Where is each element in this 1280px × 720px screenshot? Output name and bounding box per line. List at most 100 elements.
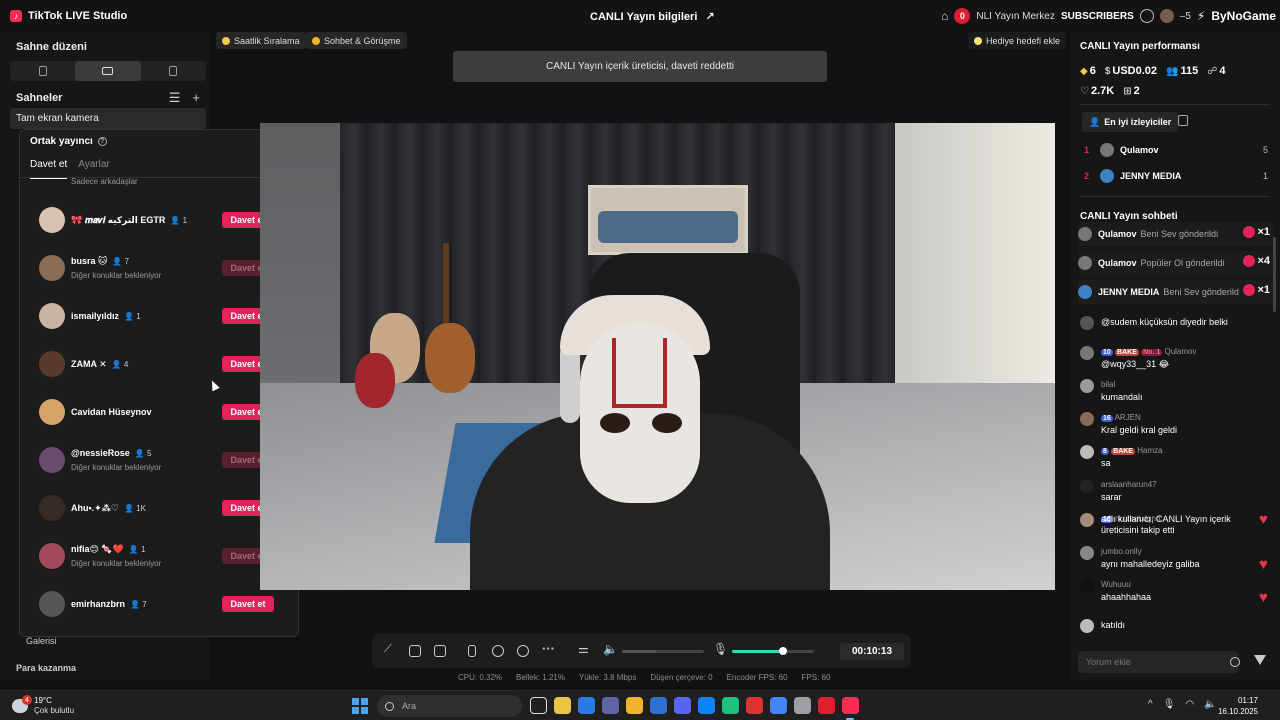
volume-slider[interactable] (622, 650, 704, 653)
emoji-icon[interactable] (1230, 657, 1240, 667)
edge-icon[interactable] (722, 697, 739, 714)
settings-icon[interactable] (1139, 9, 1154, 23)
people-icon: 👥 (1166, 66, 1179, 77)
help-icon[interactable]: ? (97, 137, 107, 146)
clock[interactable]: 01:17 16.10.2025 (1218, 695, 1258, 717)
hourly-ranking-chip[interactable]: Saatlik Sıralama (216, 32, 306, 49)
cohost-title-text: Ortak yayıncı (30, 136, 93, 147)
avatar (39, 303, 65, 329)
diamond-stat: ◆ 6 (1080, 65, 1096, 77)
chat-text: sarar (1101, 492, 1122, 502)
file-explorer-icon[interactable] (554, 697, 571, 714)
gift-icon (1243, 255, 1256, 268)
phone-icon[interactable] (468, 645, 476, 657)
layout-landscape-tab[interactable] (75, 61, 141, 81)
magic-wand-icon[interactable]: ⟋ (384, 643, 396, 655)
user-icon: 👤 (1089, 116, 1101, 127)
discord-icon[interactable] (698, 697, 715, 714)
layout-custom-tab[interactable] (141, 61, 206, 81)
filter-icon[interactable] (1254, 655, 1266, 665)
mic-knob[interactable] (778, 647, 787, 655)
chevron-up-icon[interactable]: ^ (1148, 699, 1153, 710)
chat-username: bilal (1101, 380, 1115, 389)
record-icon[interactable] (492, 645, 504, 657)
cohost-name: emirhanzbrn 👤 7 (71, 599, 147, 609)
chat-app-icon[interactable] (746, 697, 763, 714)
viewer-name: JENNY MEDIA (1120, 171, 1182, 181)
comment-input[interactable]: Yorum ekle (1078, 651, 1238, 673)
avatar (1080, 445, 1094, 459)
folder-icon[interactable] (650, 697, 667, 714)
avatar (39, 447, 65, 473)
speaker-icon[interactable]: 🔈 (1204, 699, 1216, 710)
more-icon[interactable]: ··· (542, 641, 555, 656)
weather-desc: Çok bulutlu (34, 706, 75, 715)
mic-icon[interactable]: 🎙 (713, 642, 728, 656)
live-center-label[interactable]: NLI Yayın Merkez (976, 11, 1055, 22)
gift-row: Qulamov Popüler Ol gönderildi ×4 (1078, 251, 1274, 275)
home-icon[interactable]: ⌂ (941, 9, 948, 23)
tab-settings[interactable]: Ayarlar (78, 159, 110, 179)
store-icon[interactable] (602, 697, 619, 714)
mask-eye-right (652, 413, 682, 433)
chat-username: jumbo.onlly (1101, 547, 1141, 556)
follower-count: 👤 7 (130, 600, 147, 609)
avatar (39, 255, 65, 281)
chrome-alt-icon[interactable] (794, 697, 811, 714)
teams-icon[interactable] (626, 697, 643, 714)
mic-slider[interactable] (732, 647, 814, 655)
avatar[interactable] (1159, 9, 1174, 23)
chat-message: 10 BAKE No. 1 Qulamov @wqy33__31 😂 (1080, 346, 1270, 376)
chrome-icon[interactable] (578, 697, 595, 714)
settings-app-icon[interactable] (818, 697, 835, 714)
volume-fill (622, 650, 657, 653)
cohost-panel: Ortak yayıncı ? – ✕ Davet et Ayarlar Sad… (19, 129, 299, 637)
upload-stat: Yükle: 3.8 Mbps (578, 673, 637, 682)
add-source-icon[interactable] (409, 645, 421, 657)
follower-count: 👤 1 (128, 545, 146, 554)
chat-scrollbar[interactable] (1273, 237, 1276, 312)
tab-top-viewers[interactable]: 👤 En iyi izleyiciler (1082, 112, 1179, 132)
layout-portrait-tab[interactable] (10, 61, 75, 81)
live-info-button[interactable]: CANLI Yayın bilgileri ↗ (590, 10, 715, 24)
taskbar-search[interactable]: Ara (377, 695, 522, 717)
opera-icon[interactable] (770, 697, 787, 714)
notification-badge[interactable]: 0 (954, 8, 971, 24)
chat-meet-chip[interactable]: Sohbet & Görüşme (306, 32, 407, 49)
user-badge: BAKE (1115, 349, 1139, 356)
chat-message: @sudem küçüksün diyedir belki (1080, 316, 1270, 346)
clock-date: 16.10.2025 (1217, 707, 1258, 716)
ranking-row[interactable]: 2 JENNY MEDIA 1 (1084, 168, 1268, 184)
files-app-icon[interactable] (530, 697, 547, 714)
tab-invite[interactable]: Davet et (30, 159, 68, 179)
wifi-icon[interactable]: ◠ (1185, 699, 1194, 710)
weather-widget[interactable]: 4 19°C Çok bulutlu (12, 695, 75, 716)
camera-icon[interactable] (517, 645, 529, 657)
chat-username: 8 BAKE Hamza (1101, 446, 1163, 455)
adjust-icon[interactable]: ⚌ (578, 642, 590, 656)
layout-icon[interactable] (434, 645, 446, 657)
camera-preview[interactable] (260, 123, 1055, 590)
avatar (1080, 412, 1094, 426)
chat-meet-label: Sohbet & Görüşme (324, 35, 401, 46)
cohost-status: Diğer konuklar bekleniyor (71, 271, 162, 280)
list-item: emirhanzbrn 👤 7 Davet et (20, 582, 290, 626)
list-icon[interactable]: ☰ (169, 90, 181, 106)
youtube-icon[interactable] (842, 697, 859, 714)
gift-goal-label: Hediye hedefi ekle (986, 35, 1061, 46)
mic-tray-icon[interactable]: 🎙 (1163, 699, 1176, 710)
scene-item[interactable]: Tam ekran kamera (10, 108, 206, 129)
ranking-row[interactable]: 1 Qulamov 5 (1084, 142, 1268, 158)
invite-button[interactable]: Davet et (222, 596, 274, 612)
gift-goal-chip[interactable]: Hediye hedefi ekle (968, 32, 1067, 49)
username-text: jumbo.onlly (1101, 547, 1142, 556)
username-text: arslaanharun47 (1101, 480, 1157, 489)
heart-icon: ♥ (1259, 589, 1268, 606)
chat-icon (312, 36, 320, 45)
mail-icon[interactable] (674, 697, 691, 714)
volume-icon[interactable]: 🔈 (603, 642, 618, 656)
start-button[interactable] (352, 698, 368, 714)
earn-label[interactable]: Para kazanma (16, 663, 76, 673)
add-scene-icon[interactable]: + (192, 90, 200, 106)
list-tab-icon[interactable] (1178, 115, 1188, 126)
